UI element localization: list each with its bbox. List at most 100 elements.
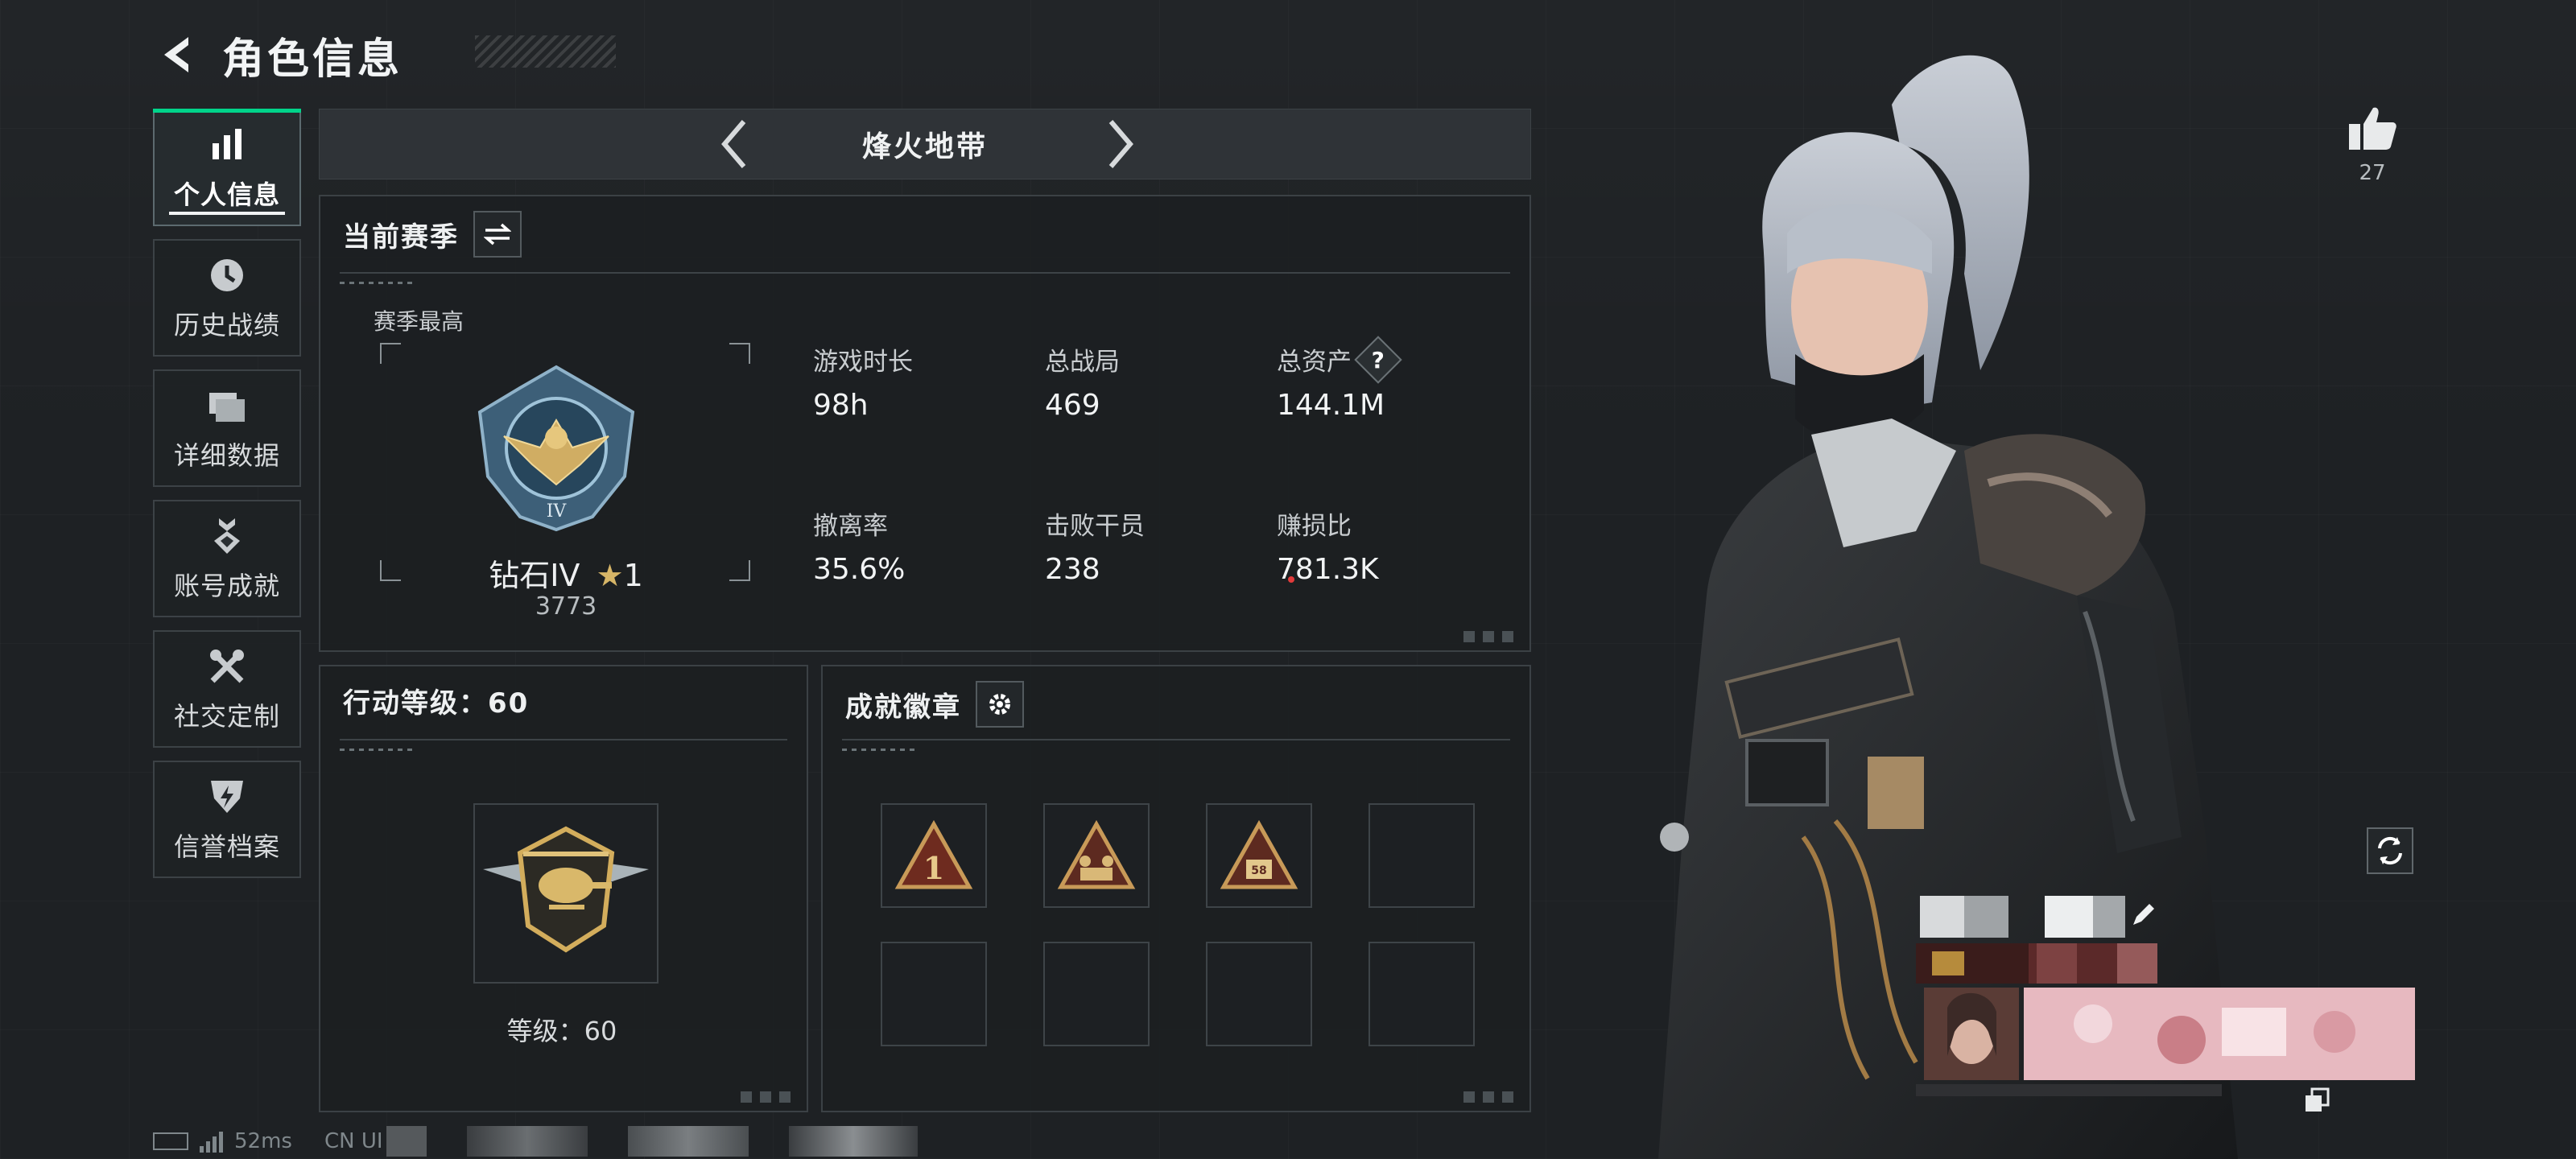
gear-icon[interactable] xyxy=(976,681,1024,728)
season-panel: 当前赛季 赛季最高 IV 钻石IV ★1 3773 游戏时长 98h 总战局 4… xyxy=(319,195,1531,652)
player-name-redacted xyxy=(1920,896,2008,938)
back-arrow-icon[interactable] xyxy=(153,31,201,79)
stat-label: 撤离率 xyxy=(813,512,888,541)
panel-corner-decoration xyxy=(1463,631,1520,642)
help-icon[interactable]: ? xyxy=(1354,335,1402,384)
sidebar-item-label: 社交定制 xyxy=(173,701,280,732)
notification-dot xyxy=(1288,576,1294,583)
clock-icon xyxy=(205,254,249,297)
swap-icon[interactable] xyxy=(473,211,522,258)
season-best-label: 赛季最高 xyxy=(374,308,464,335)
squad-badge-icon xyxy=(1057,819,1136,889)
badge-slot-8[interactable] xyxy=(1368,942,1475,1046)
sidebar-item-achievements[interactable]: 账号成就 xyxy=(153,500,301,617)
level-header: 行动等级：60 xyxy=(343,681,529,720)
sidebar-item-label: 信誉档案 xyxy=(173,831,280,862)
copy-icon[interactable] xyxy=(2301,1084,2333,1116)
stat-label: 总战局 xyxy=(1045,348,1120,377)
ping-value: 52ms xyxy=(234,1129,292,1153)
sidebar-item-match-history[interactable]: 历史战绩 xyxy=(153,239,301,357)
like-count: 27 xyxy=(2359,161,2386,185)
rank-name-row: 钻石IV ★1 xyxy=(320,551,811,595)
edit-pencil-icon[interactable] xyxy=(2128,898,2160,930)
badge-slot-2[interactable] xyxy=(1043,803,1150,908)
uid-label: CN UI xyxy=(324,1129,383,1153)
rotate-icon[interactable] xyxy=(2367,827,2413,874)
sidebar-item-label: 详细数据 xyxy=(173,440,280,471)
sidebar-item-personal-info[interactable]: 个人信息 xyxy=(153,109,301,226)
uid-redacted xyxy=(627,1126,749,1157)
svg-text:1: 1 xyxy=(923,850,944,886)
panel-corner-decoration xyxy=(1463,1091,1520,1103)
mode-switcher: 烽火地带 xyxy=(319,109,1531,179)
svg-text:IV: IV xyxy=(547,501,568,522)
stat-value: 144.1M xyxy=(1277,389,1385,422)
stat-label: 赚损比 xyxy=(1277,512,1352,541)
divider xyxy=(340,739,787,751)
badge-slot-5[interactable] xyxy=(881,942,987,1046)
diamond-rank-emblem-icon: IV xyxy=(472,364,641,533)
rank-name: 钻石IV xyxy=(489,558,580,593)
stat-total-matches: 总战局 469 xyxy=(1045,341,1120,422)
badges-title: 成就徽章 xyxy=(845,691,961,724)
page-title: 角色信息 xyxy=(222,35,403,84)
name-card[interactable] xyxy=(1916,943,2415,1096)
medal-icon xyxy=(205,514,249,558)
count-badge-icon: 58 xyxy=(1220,819,1298,889)
level-label: 等级：60 xyxy=(506,1016,617,1046)
uid-redacted xyxy=(386,1126,427,1157)
sidebar: 个人信息 历史战绩 详细数据 账号成就 社交定制 信誉档案 xyxy=(153,109,301,891)
sidebar-item-detailed-data[interactable]: 详细数据 xyxy=(153,369,301,487)
rank-score: 3773 xyxy=(535,592,597,621)
stat-value: 35.6% xyxy=(813,553,906,586)
title-decoration xyxy=(475,35,616,68)
stat-label: 击败干员 xyxy=(1045,512,1145,541)
wrench-icon xyxy=(205,645,249,688)
mode-title: 烽火地带 xyxy=(861,130,988,163)
stat-value: 469 xyxy=(1045,389,1100,422)
uid-redacted xyxy=(466,1126,588,1157)
shield-icon xyxy=(205,775,249,819)
sidebar-item-reputation[interactable]: 信誉档案 xyxy=(153,761,301,878)
stat-label: 游戏时长 xyxy=(813,348,913,377)
bar-chart-icon xyxy=(205,123,249,167)
badges-header: 成就徽章 xyxy=(845,681,1024,728)
badge-slot-1[interactable]: 1 xyxy=(881,803,987,908)
level-title: 行动等级：60 xyxy=(343,687,530,720)
season-header: 当前赛季 xyxy=(343,211,522,258)
level-emblem-frame xyxy=(473,803,658,984)
rank-stars: 1 xyxy=(623,558,643,593)
sidebar-item-label: 历史战绩 xyxy=(173,310,280,340)
stat-label: 总资产 xyxy=(1277,348,1352,377)
battery-icon xyxy=(153,1132,188,1150)
chevron-right-icon[interactable] xyxy=(1092,118,1149,171)
badge-slot-6[interactable] xyxy=(1043,942,1150,1046)
thumbs-up-icon[interactable] xyxy=(2347,105,2398,155)
like-widget[interactable]: 27 xyxy=(2347,105,2398,185)
chevron-left-icon[interactable] xyxy=(706,118,762,171)
stat-play-time: 游戏时长 98h xyxy=(813,341,913,422)
badge-slot-7[interactable] xyxy=(1206,942,1312,1046)
uid-redacted xyxy=(788,1126,918,1157)
season-title: 当前赛季 xyxy=(343,221,459,254)
divider xyxy=(340,272,1510,284)
header: 角色信息 xyxy=(153,23,402,87)
stat-extract-rate: 撤离率 35.6% xyxy=(813,505,905,586)
badge-slot-4[interactable] xyxy=(1368,803,1475,908)
helicopter-level-emblem-icon xyxy=(483,826,649,953)
stat-value: 98h xyxy=(813,389,869,422)
star-icon: ★ xyxy=(596,558,624,593)
sidebar-item-social[interactable]: 社交定制 xyxy=(153,630,301,748)
stat-total-assets: 总资产 ? 144.1M xyxy=(1277,335,1402,422)
stat-profit-loss: 赚损比 781.3K xyxy=(1277,505,1379,586)
rank-one-badge-icon: 1 xyxy=(894,819,973,889)
stat-label-row: 总资产 ? xyxy=(1277,335,1402,384)
status-bar: 52ms CN UI xyxy=(153,1125,918,1157)
divider xyxy=(842,739,1510,751)
stat-value: 238 xyxy=(1045,553,1100,586)
sidebar-item-label: 个人信息 xyxy=(173,179,280,210)
folder-icon xyxy=(205,384,249,427)
signal-icon xyxy=(200,1130,223,1153)
action-level-panel: 行动等级：60 等级：60 xyxy=(319,665,808,1112)
badge-slot-3[interactable]: 58 xyxy=(1206,803,1312,908)
